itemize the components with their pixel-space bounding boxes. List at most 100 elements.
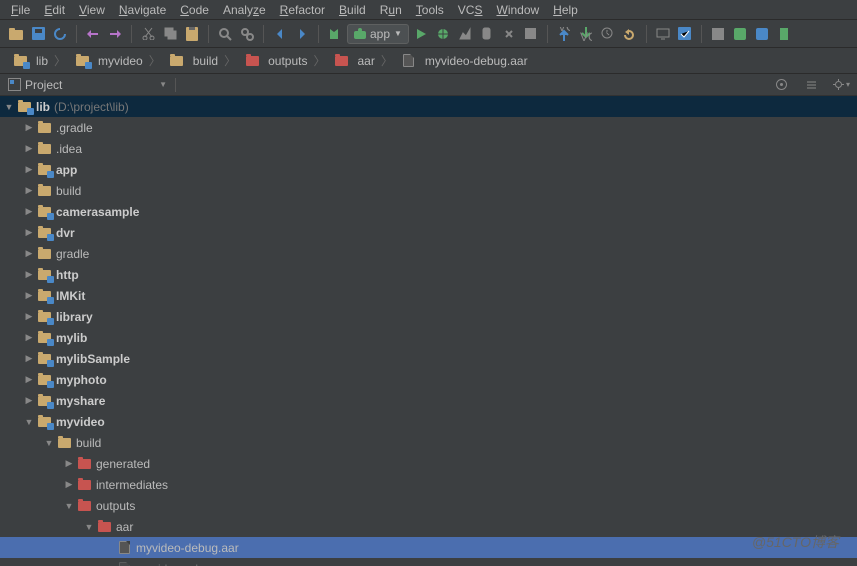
- expand-arrow-icon[interactable]: [24, 417, 34, 427]
- tree-row[interactable]: .gradle: [0, 117, 857, 138]
- expand-arrow-icon[interactable]: [44, 438, 54, 448]
- tree-row[interactable]: http: [0, 264, 857, 285]
- back-icon[interactable]: [270, 24, 290, 44]
- save-icon[interactable]: [28, 24, 48, 44]
- find-icon[interactable]: [215, 24, 235, 44]
- tree-row[interactable]: build: [0, 432, 857, 453]
- open-file-icon[interactable]: [6, 24, 26, 44]
- tb-extra-4-icon[interactable]: [774, 24, 794, 44]
- expand-arrow-icon[interactable]: [24, 395, 34, 406]
- tree-row[interactable]: dvr: [0, 222, 857, 243]
- menu-code[interactable]: Code: [173, 3, 216, 17]
- vcs-revert-icon[interactable]: [620, 24, 640, 44]
- menu-run[interactable]: Run: [373, 3, 409, 17]
- breadcrumb-item[interactable]: myvideo-debug.aar: [395, 53, 532, 69]
- run-icon[interactable]: [411, 24, 431, 44]
- tree-row[interactable]: myshare: [0, 390, 857, 411]
- tree-row[interactable]: camerasample: [0, 201, 857, 222]
- tree-row[interactable]: generated: [0, 453, 857, 474]
- vcs-commit-icon[interactable]: VCS: [576, 24, 596, 44]
- cut-icon[interactable]: [138, 24, 158, 44]
- tree-row[interactable]: mylib: [0, 327, 857, 348]
- tree-row[interactable]: myvideo-debug.aar: [0, 537, 857, 558]
- tb-extra-3-icon[interactable]: [752, 24, 772, 44]
- expand-arrow-icon[interactable]: [64, 501, 74, 511]
- tree-row[interactable]: build: [0, 180, 857, 201]
- tree-row[interactable]: IMKit: [0, 285, 857, 306]
- attach-icon[interactable]: [477, 24, 497, 44]
- tree-row[interactable]: myvideo: [0, 411, 857, 432]
- avd-manager-icon[interactable]: [653, 24, 673, 44]
- expand-arrow-icon[interactable]: [24, 374, 34, 385]
- tree-row[interactable]: gradle: [0, 243, 857, 264]
- menu-edit[interactable]: Edit: [37, 3, 72, 17]
- undo-icon[interactable]: [83, 24, 103, 44]
- redo-icon[interactable]: [105, 24, 125, 44]
- expand-arrow-icon[interactable]: [24, 248, 34, 259]
- tree-row[interactable]: lib(D:\project\lib): [0, 96, 857, 117]
- collapse-all-icon[interactable]: [801, 75, 821, 95]
- menu-help[interactable]: Help: [546, 3, 585, 17]
- project-tree[interactable]: lib(D:\project\lib).gradle.ideaappbuildc…: [0, 96, 857, 566]
- breadcrumb-item[interactable]: myvideo: [68, 53, 147, 69]
- apply-changes-icon[interactable]: [499, 24, 519, 44]
- expand-arrow-icon[interactable]: [84, 522, 94, 532]
- expand-arrow-icon[interactable]: [24, 353, 34, 364]
- sdk-manager-icon[interactable]: [675, 24, 695, 44]
- expand-arrow-icon[interactable]: [64, 479, 74, 490]
- expand-arrow-icon[interactable]: [24, 227, 34, 238]
- expand-arrow-icon[interactable]: [24, 185, 34, 196]
- expand-arrow-icon[interactable]: [24, 143, 34, 154]
- replace-icon[interactable]: [237, 24, 257, 44]
- make-icon[interactable]: [325, 24, 345, 44]
- expand-arrow-icon[interactable]: [24, 311, 34, 322]
- menu-file[interactable]: File: [4, 3, 37, 17]
- tree-row[interactable]: intermediates: [0, 474, 857, 495]
- breadcrumb-item[interactable]: aar: [328, 53, 379, 69]
- vcs-update-icon[interactable]: VCS: [554, 24, 574, 44]
- menu-analyze[interactable]: Analyze: [216, 3, 273, 17]
- breadcrumb-item[interactable]: lib: [6, 53, 52, 69]
- tree-row[interactable]: myphoto: [0, 369, 857, 390]
- stop-icon[interactable]: [521, 24, 541, 44]
- tree-row[interactable]: mylibSample: [0, 348, 857, 369]
- menu-build[interactable]: Build: [332, 3, 373, 17]
- copy-icon[interactable]: [160, 24, 180, 44]
- breadcrumb-item[interactable]: build: [163, 53, 222, 69]
- run-config-select[interactable]: app ▼: [347, 24, 409, 44]
- sync-icon[interactable]: [50, 24, 70, 44]
- profile-icon[interactable]: [455, 24, 475, 44]
- expand-arrow-icon[interactable]: [24, 122, 34, 133]
- expand-arrow-icon[interactable]: [4, 102, 14, 112]
- tb-extra-1-icon[interactable]: [708, 24, 728, 44]
- menu-vcs[interactable]: VCS: [451, 3, 490, 17]
- project-panel-header: Project ▼ ▾: [0, 74, 857, 96]
- tree-row[interactable]: library: [0, 306, 857, 327]
- breadcrumb-item[interactable]: outputs: [238, 53, 311, 69]
- tree-row[interactable]: app: [0, 159, 857, 180]
- tb-extra-2-icon[interactable]: [730, 24, 750, 44]
- tree-row[interactable]: outputs: [0, 495, 857, 516]
- expand-arrow-icon[interactable]: [64, 458, 74, 469]
- expand-arrow-icon[interactable]: [24, 269, 34, 280]
- menu-view[interactable]: View: [72, 3, 112, 17]
- expand-arrow-icon[interactable]: [24, 332, 34, 343]
- debug-icon[interactable]: [433, 24, 453, 44]
- menu-navigate[interactable]: Navigate: [112, 3, 173, 17]
- paste-icon[interactable]: [182, 24, 202, 44]
- vcs-history-icon[interactable]: [598, 24, 618, 44]
- menu-window[interactable]: Window: [489, 3, 546, 17]
- locate-icon[interactable]: [771, 75, 791, 95]
- tree-row[interactable]: aar: [0, 516, 857, 537]
- expand-arrow-icon[interactable]: [24, 290, 34, 301]
- tree-label: app: [56, 163, 77, 177]
- expand-arrow-icon[interactable]: [24, 206, 34, 217]
- expand-arrow-icon[interactable]: [24, 164, 34, 175]
- tree-row[interactable]: .idea: [0, 138, 857, 159]
- project-view-select[interactable]: Project ▼: [6, 78, 176, 92]
- tree-row[interactable]: myvideo-release.aar: [0, 558, 857, 566]
- menu-tools[interactable]: Tools: [409, 3, 451, 17]
- settings-gear-icon[interactable]: ▾: [831, 75, 851, 95]
- menu-refactor[interactable]: Refactor: [273, 3, 332, 17]
- forward-icon[interactable]: [292, 24, 312, 44]
